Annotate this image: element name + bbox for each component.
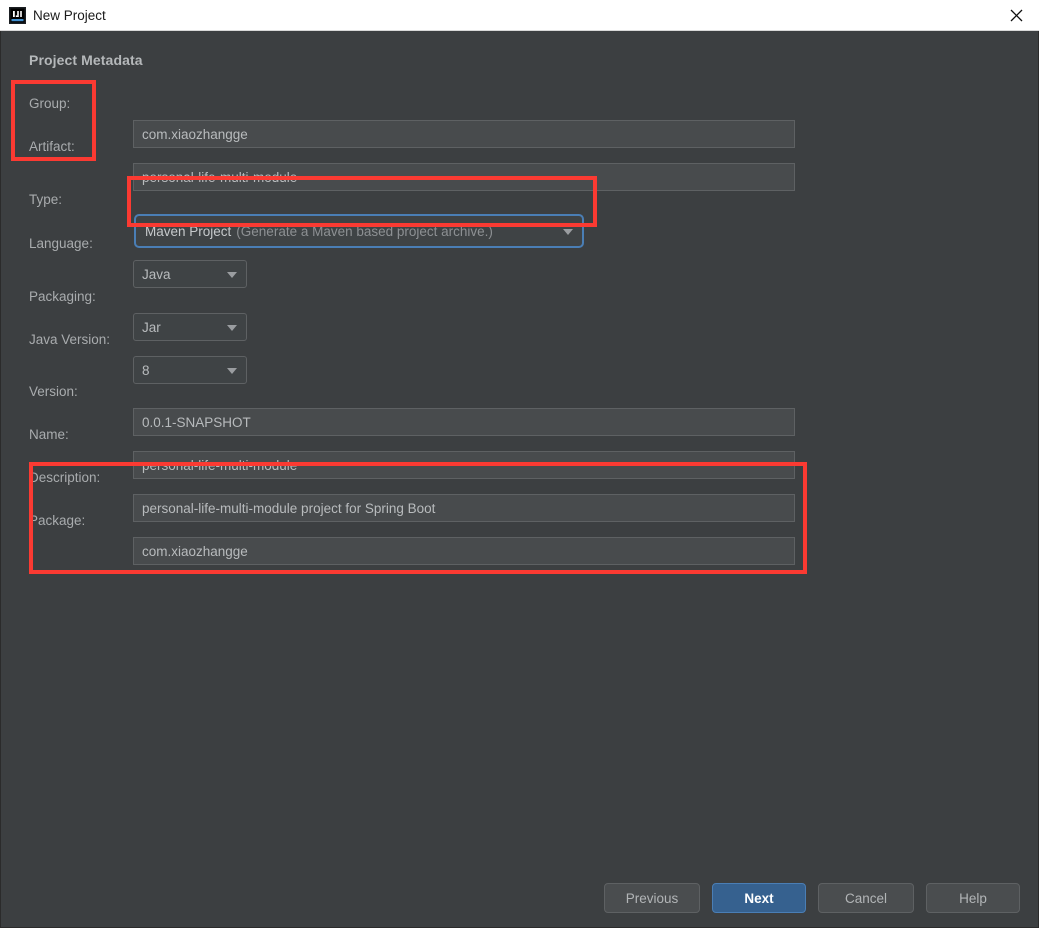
group-input[interactable]: com.xiaozhangge	[133, 120, 795, 148]
help-button[interactable]: Help	[926, 883, 1020, 913]
description-input[interactable]: personal-life-multi-module project for S…	[133, 494, 795, 522]
artifact-input[interactable]: personal-life-multi-module	[133, 163, 795, 191]
label-artifact: Artifact:	[29, 139, 75, 155]
page-title: Project Metadata	[29, 52, 143, 68]
label-type: Type:	[29, 192, 62, 208]
previous-button[interactable]: Previous	[604, 883, 700, 913]
java-version-dropdown[interactable]: 8	[133, 356, 247, 384]
dialog-titlebar: New Project	[0, 0, 1039, 31]
chevron-down-icon	[227, 325, 237, 331]
packaging-dropdown-value: Jar	[142, 320, 161, 335]
label-package: Package:	[29, 513, 85, 529]
language-dropdown-value: Java	[142, 267, 171, 282]
new-project-dialog: New Project Project Metadata Group: com.…	[0, 0, 1039, 928]
label-name: Name:	[29, 427, 69, 443]
packaging-dropdown[interactable]: Jar	[133, 313, 247, 341]
chevron-down-icon	[227, 368, 237, 374]
chevron-down-icon	[563, 229, 573, 235]
type-dropdown-value: Maven Project	[145, 224, 231, 239]
dialog-body: Project Metadata Group: com.xiaozhangge …	[0, 31, 1039, 928]
label-packaging: Packaging:	[29, 289, 96, 305]
label-java-version: Java Version:	[29, 332, 110, 348]
type-dropdown[interactable]: Maven Project (Generate a Maven based pr…	[134, 214, 584, 248]
package-input[interactable]: com.xiaozhangge	[133, 537, 795, 565]
next-button[interactable]: Next	[712, 883, 806, 913]
close-icon[interactable]	[993, 0, 1039, 30]
cancel-button[interactable]: Cancel	[818, 883, 914, 913]
label-language: Language:	[29, 236, 93, 252]
intellij-idea-icon	[9, 7, 26, 24]
type-dropdown-hint: (Generate a Maven based project archive.…	[236, 224, 493, 239]
label-version: Version:	[29, 384, 78, 400]
name-input[interactable]: personal-life-multi-module	[133, 451, 795, 479]
version-input[interactable]: 0.0.1-SNAPSHOT	[133, 408, 795, 436]
window-title: New Project	[33, 7, 106, 24]
label-group: Group:	[29, 96, 70, 112]
language-dropdown[interactable]: Java	[133, 260, 247, 288]
label-description: Description:	[29, 470, 100, 486]
java-version-dropdown-value: 8	[142, 363, 150, 378]
chevron-down-icon	[227, 272, 237, 278]
